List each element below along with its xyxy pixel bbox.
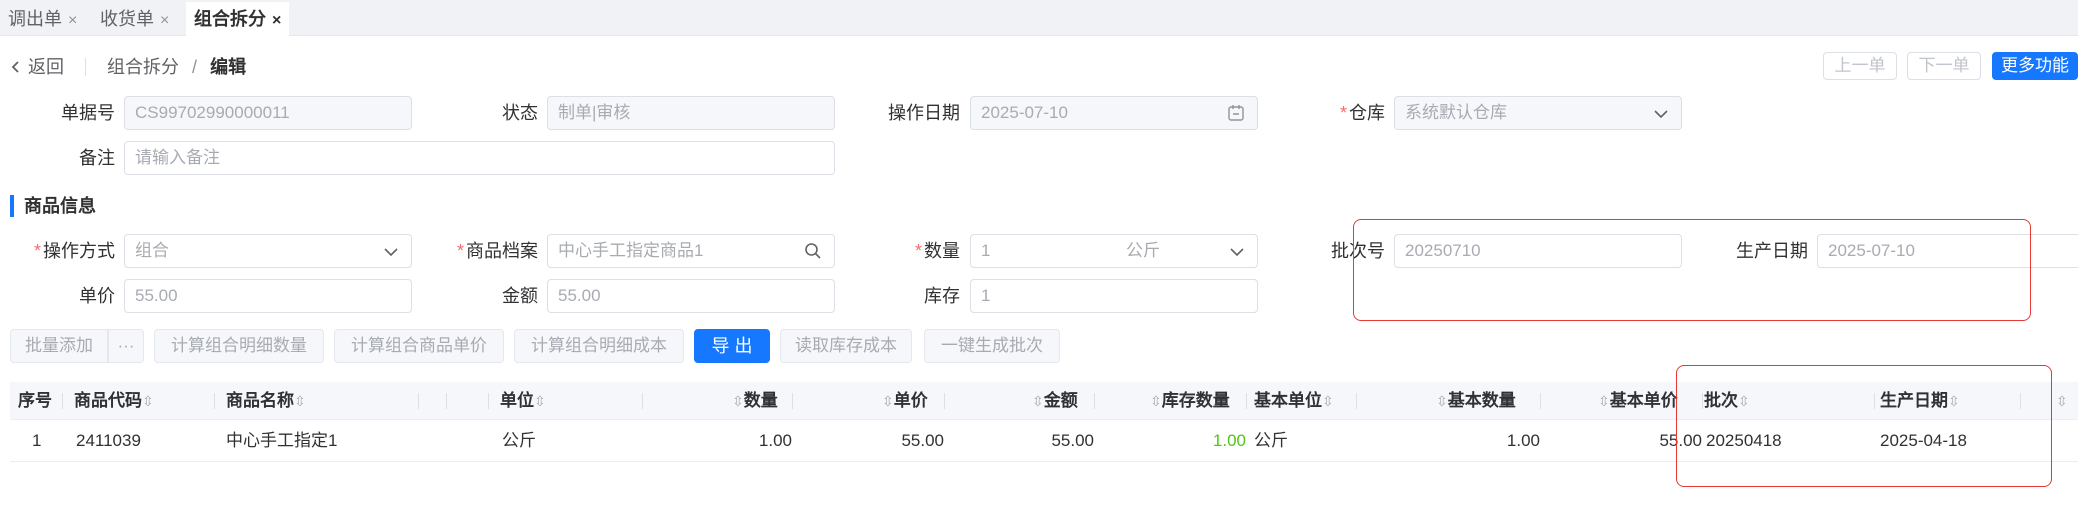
- breadcrumb: 返回 组合拆分 / 编辑: [10, 54, 246, 80]
- sort-icon[interactable]: ⇳: [2056, 393, 2068, 409]
- sort-icon[interactable]: ⇳: [294, 393, 306, 409]
- stock-field[interactable]: 1: [970, 279, 1258, 313]
- chevron-down-icon: [1230, 248, 1244, 257]
- highlight-box: [1676, 365, 2052, 487]
- col-seq: 序号: [18, 391, 52, 410]
- product-search-input[interactable]: 中心手工指定商品1: [547, 234, 835, 268]
- cell-unit: 公斤: [502, 431, 536, 450]
- highlight-box: [1353, 219, 2031, 321]
- sort-icon[interactable]: ⇳: [1322, 393, 1334, 409]
- calc-detail-cost-button[interactable]: 计算组合明细成本: [514, 329, 684, 363]
- sort-icon[interactable]: ⇳: [1598, 393, 1610, 409]
- sort-icon[interactable]: ⇳: [1032, 393, 1044, 409]
- more-actions-button[interactable]: ···: [108, 329, 144, 363]
- sort-icon[interactable]: ⇳: [1436, 393, 1448, 409]
- status-field[interactable]: 制单|审核: [547, 96, 835, 130]
- stock-label: 库存: [924, 286, 960, 306]
- remark-input[interactable]: 请输入备注: [124, 141, 835, 175]
- col-price[interactable]: ⇳单价: [882, 382, 928, 420]
- breadcrumb-current: 编辑: [210, 57, 247, 77]
- tab-bar: 调出单 × 收货单 × 组合拆分 ×: [0, 0, 2078, 36]
- tab-combine-split[interactable]: 组合拆分 ×: [186, 2, 290, 36]
- sort-icon[interactable]: ⇳: [142, 393, 154, 409]
- col-base-unit[interactable]: 基本单位⇳: [1254, 382, 1334, 420]
- required-mark: *: [914, 241, 922, 261]
- close-icon[interactable]: ×: [68, 12, 77, 29]
- cell-seq: 1: [32, 431, 42, 450]
- cell-base-qty: 1.00: [1506, 431, 1540, 450]
- op-mode-label: * 操作方式: [33, 241, 115, 261]
- op-date-picker[interactable]: 2025-07-10: [970, 96, 1258, 130]
- cell-base-unit: 公斤: [1254, 431, 1288, 450]
- read-stock-cost-button[interactable]: 读取库存成本: [780, 329, 912, 363]
- gen-batch-button[interactable]: 一键生成批次: [924, 329, 1060, 363]
- cell-stock-qty: 1.00: [1212, 431, 1246, 450]
- op-mode-select[interactable]: 组合: [124, 234, 412, 268]
- col-code[interactable]: 商品代码⇳: [74, 382, 154, 420]
- warehouse-select[interactable]: 系统默认仓库: [1394, 96, 1682, 130]
- section-title-goods: 商品信息: [10, 195, 96, 217]
- prev-doc-button[interactable]: 上一单: [1823, 52, 1897, 80]
- cell-code: 2411039: [76, 431, 141, 450]
- export-button[interactable]: 导 出: [694, 329, 770, 363]
- doc-no-label: 单据号: [61, 103, 115, 123]
- close-icon[interactable]: ×: [160, 12, 169, 29]
- amount-label: 金额: [502, 286, 538, 306]
- col-unit[interactable]: 单位⇳: [500, 382, 546, 420]
- next-doc-button[interactable]: 下一单: [1907, 52, 1981, 80]
- col-qty[interactable]: ⇳数量: [732, 382, 778, 420]
- warehouse-label: * 仓库: [1339, 103, 1385, 123]
- qty-unit[interactable]: 公斤: [1126, 235, 1160, 267]
- breadcrumb-separator: /: [192, 57, 198, 77]
- sort-icon[interactable]: ⇳: [882, 393, 894, 409]
- sort-icon[interactable]: ⇳: [534, 393, 546, 409]
- qty-label: * 数量: [914, 241, 960, 261]
- calendar-icon: [1228, 105, 1244, 121]
- col-overflow[interactable]: ⇳: [2056, 382, 2068, 420]
- tab-transfer-out[interactable]: 调出单 ×: [0, 2, 85, 36]
- required-mark: *: [456, 241, 464, 261]
- col-stock-qty[interactable]: ⇳库存数量: [1150, 382, 1230, 420]
- price-label: 单价: [79, 286, 115, 306]
- qty-input[interactable]: 1 公斤: [970, 234, 1258, 268]
- amount-input[interactable]: 55.00: [547, 279, 835, 313]
- product-label: * 商品档案: [456, 241, 538, 261]
- chevron-left-icon: [11, 61, 19, 73]
- col-name[interactable]: 商品名称⇳: [226, 382, 306, 420]
- required-mark: *: [1339, 103, 1347, 123]
- chevron-down-icon: [1654, 110, 1668, 119]
- price-input[interactable]: 55.00: [124, 279, 412, 313]
- doc-no-field[interactable]: CS99702990000011: [124, 96, 412, 130]
- cell-qty: 1.00: [758, 431, 792, 450]
- calc-combo-price-button[interactable]: 计算组合商品单价: [334, 329, 504, 363]
- close-icon[interactable]: ×: [272, 12, 281, 29]
- search-icon[interactable]: [804, 242, 822, 260]
- op-date-label: 操作日期: [888, 103, 960, 123]
- batch-add-button[interactable]: 批量添加: [10, 329, 108, 363]
- cell-price: 55.00: [901, 431, 944, 450]
- remark-label: 备注: [79, 148, 115, 168]
- required-mark: *: [33, 241, 41, 261]
- cell-name: 中心手工指定1: [226, 431, 338, 450]
- back-link[interactable]: 返回: [10, 57, 69, 77]
- sort-icon[interactable]: ⇳: [1150, 393, 1162, 409]
- col-base-price[interactable]: ⇳基本单价: [1598, 382, 1678, 420]
- sort-icon[interactable]: ⇳: [732, 393, 744, 409]
- breadcrumb-parent[interactable]: 组合拆分: [107, 57, 179, 77]
- cell-amount: 55.00: [1051, 431, 1094, 450]
- more-functions-button[interactable]: 更多功能: [1992, 52, 2078, 80]
- tab-receipt[interactable]: 收货单 ×: [92, 2, 177, 36]
- status-label: 状态: [502, 103, 538, 123]
- chevron-down-icon: [384, 248, 398, 257]
- col-amount[interactable]: ⇳金额: [1032, 382, 1078, 420]
- calc-detail-qty-button[interactable]: 计算组合明细数量: [154, 329, 324, 363]
- divider: [85, 58, 87, 76]
- col-base-qty[interactable]: ⇳基本数量: [1436, 382, 1516, 420]
